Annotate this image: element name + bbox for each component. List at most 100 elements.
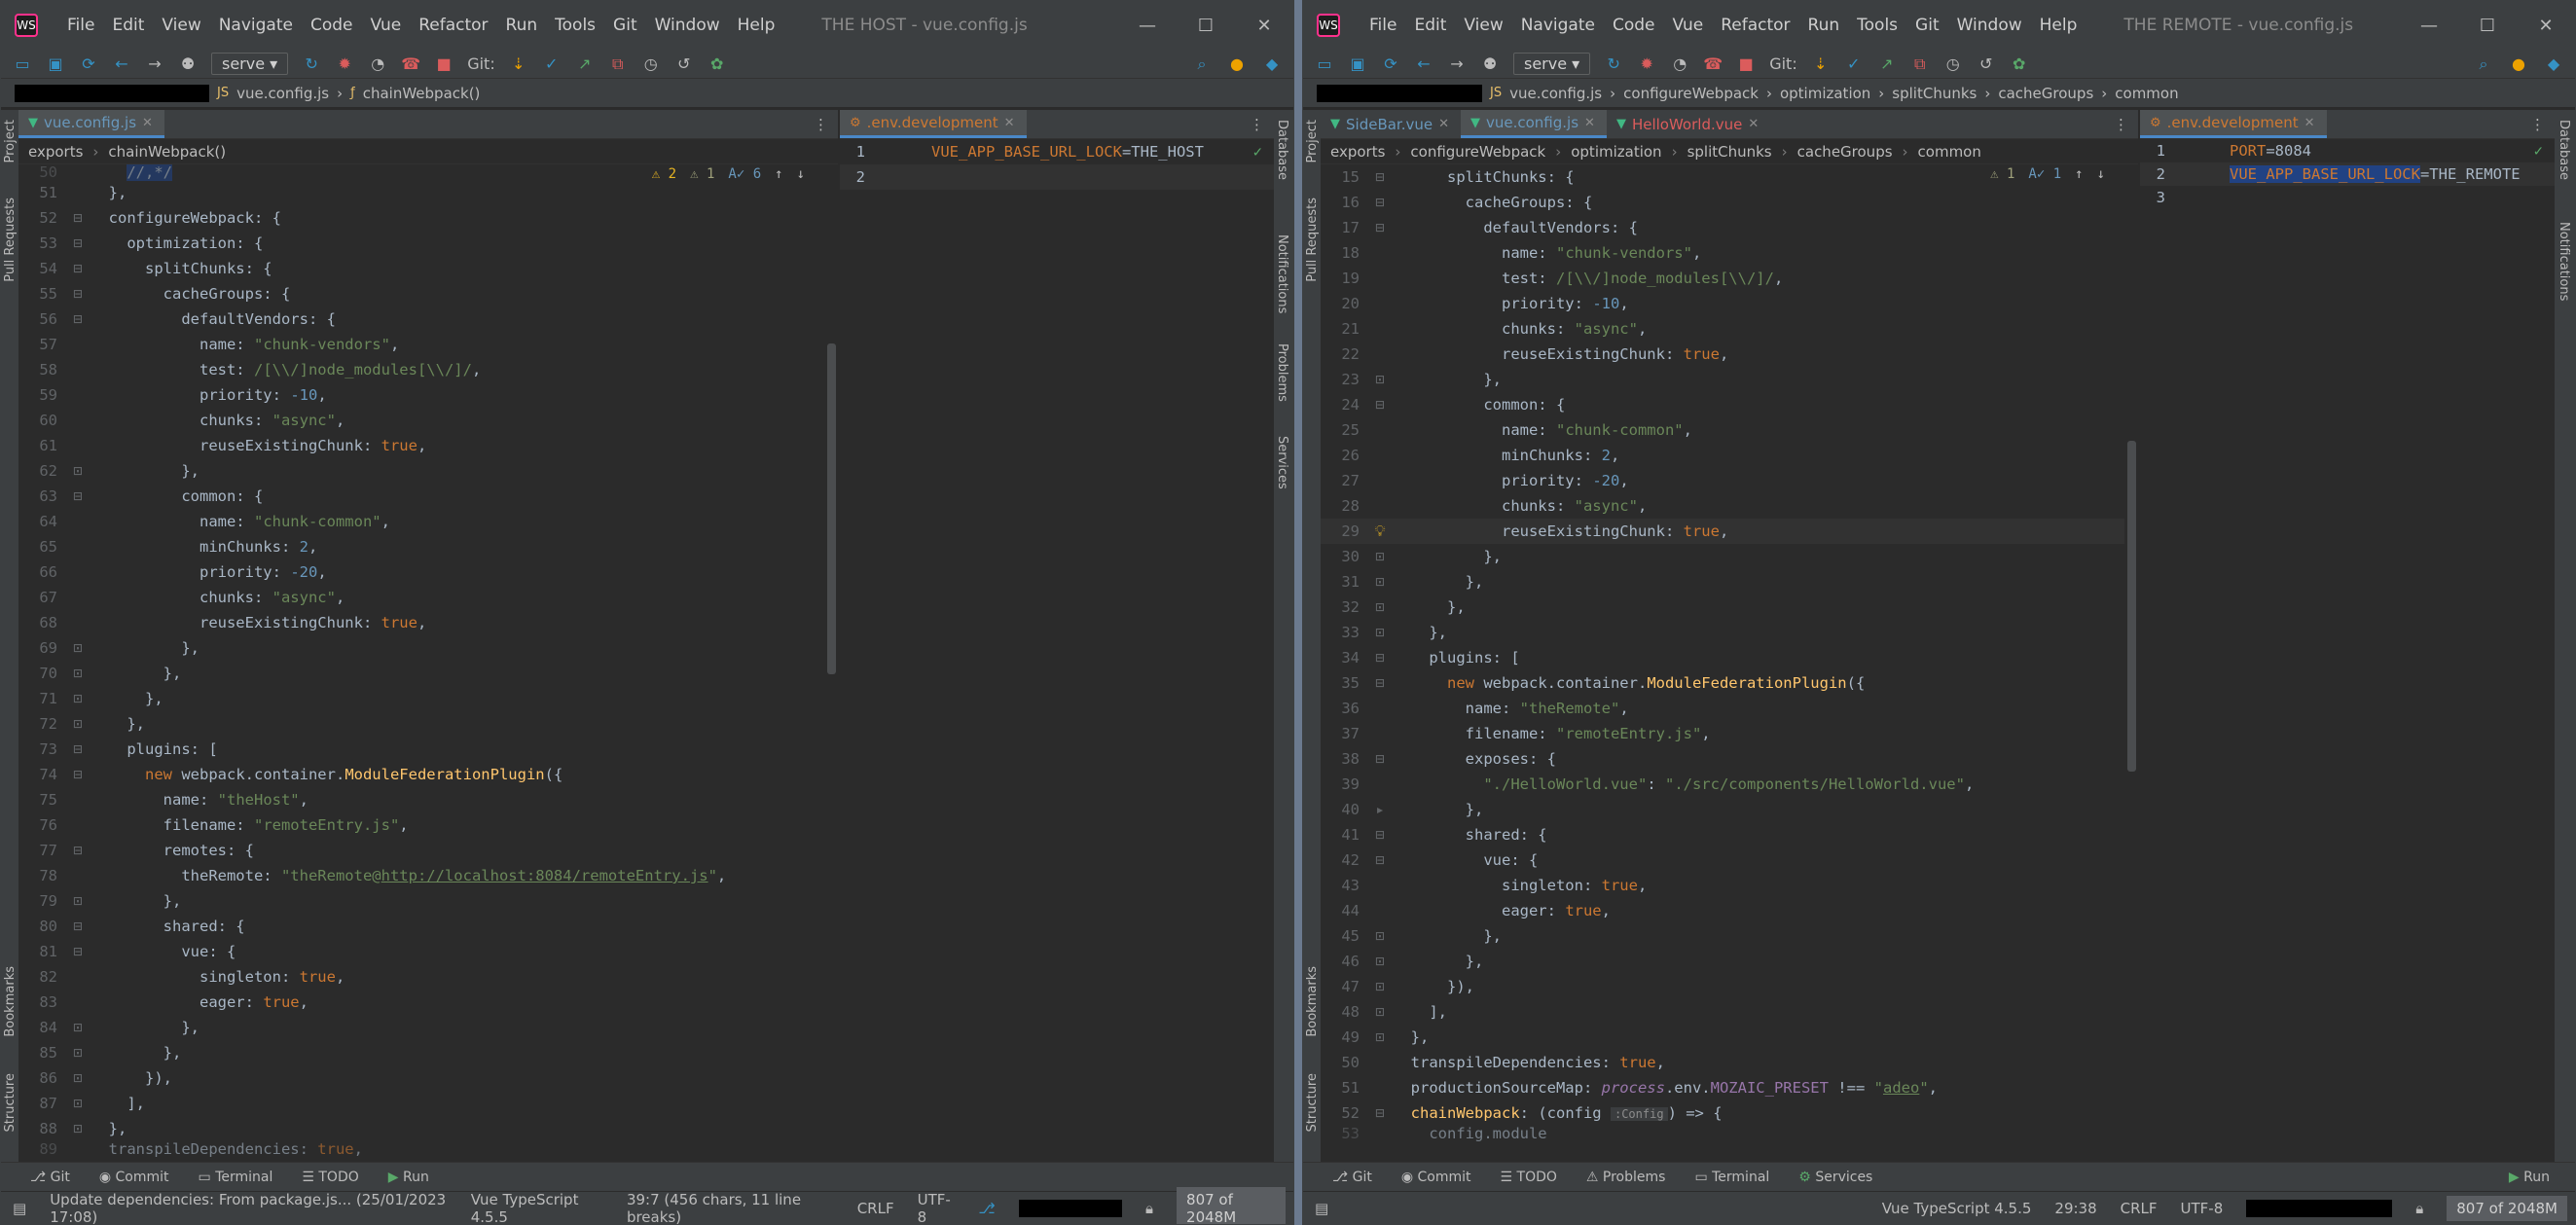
tool-pull-requests[interactable]: Pull Requests: [1305, 198, 1320, 282]
back-icon[interactable]: ←: [112, 54, 131, 73]
caret-position[interactable]: 29:38: [2054, 1200, 2096, 1217]
next-highlight-icon[interactable]: ↓: [2097, 166, 2105, 182]
nav-file[interactable]: vue.config.js: [236, 85, 329, 102]
maximize-icon[interactable]: ☐: [1177, 16, 1235, 36]
tool-git[interactable]: ⎇ Git: [1332, 1170, 1372, 1185]
menu-help[interactable]: Help: [2032, 16, 2086, 35]
tool-pull-requests[interactable]: Pull Requests: [3, 198, 18, 282]
tool-services[interactable]: ⚙ Services: [1798, 1170, 1872, 1185]
menu-edit[interactable]: Edit: [1406, 16, 1454, 35]
tab-menu-icon[interactable]: ⋮: [1240, 110, 1274, 138]
coverage-icon[interactable]: ◔: [368, 54, 387, 73]
update-available-icon[interactable]: ●: [1227, 54, 1247, 74]
run-config-select[interactable]: serve ▾: [211, 53, 289, 75]
close-icon[interactable]: ✕: [1235, 16, 1293, 36]
git-commit-icon[interactable]: ✓: [542, 54, 562, 73]
tool-run[interactable]: ▶ Run: [2509, 1170, 2575, 1185]
menu-git[interactable]: Git: [605, 16, 645, 35]
close-tab-icon[interactable]: ✕: [1584, 116, 1595, 130]
status-message[interactable]: Update dependencies: From package.js... …: [50, 1191, 448, 1225]
close-icon[interactable]: ✕: [2517, 16, 2575, 36]
breadcrumb-item[interactable]: exports: [28, 143, 83, 161]
nav-file[interactable]: vue.config.js: [1509, 85, 1602, 102]
tool-structure[interactable]: Structure: [3, 1073, 18, 1132]
menu-window[interactable]: Window: [1949, 16, 2030, 35]
git-push-icon[interactable]: ↗: [1877, 54, 1897, 73]
menu-file[interactable]: File: [1361, 16, 1404, 35]
nav-function[interactable]: chainWebpack(): [363, 85, 481, 102]
line-separator[interactable]: CRLF: [2121, 1200, 2158, 1217]
memory-indicator[interactable]: 807 of 2048M: [1177, 1186, 1286, 1224]
file-encoding[interactable]: UTF-8: [2181, 1200, 2224, 1217]
plugin-icon[interactable]: ✿: [707, 54, 727, 73]
layout-icon[interactable]: ▤: [13, 1200, 26, 1217]
layout-icon[interactable]: ▤: [1315, 1200, 1328, 1217]
git-update-icon[interactable]: ⇣: [1811, 54, 1831, 73]
menu-code[interactable]: Code: [303, 16, 361, 35]
lock-icon[interactable]: 🔒︎: [1145, 1200, 1153, 1217]
tool-bookmarks[interactable]: Bookmarks: [3, 966, 18, 1037]
vertical-scrollbar[interactable]: [827, 343, 836, 674]
tab-menu-icon[interactable]: ⋮: [804, 110, 838, 138]
debug-icon[interactable]: ✹: [335, 54, 354, 73]
tool-commit[interactable]: ◉ Commit: [1401, 1170, 1471, 1185]
stop-icon[interactable]: ■: [1736, 54, 1756, 73]
toolbox-icon[interactable]: ◆: [1262, 54, 1282, 74]
sync-icon[interactable]: ⟳: [1381, 54, 1400, 73]
run-config-select[interactable]: serve ▾: [1513, 53, 1591, 75]
menu-refactor[interactable]: Refactor: [411, 16, 495, 35]
tool-terminal[interactable]: ▭ Terminal: [199, 1170, 273, 1185]
tool-commit[interactable]: ◉ Commit: [99, 1170, 169, 1185]
env-code-editor[interactable]: 1 PORT =8084 ✓ 2 VUE_APP_BASE_URL_LOCK =THE_R…: [2140, 139, 2555, 1191]
stop-icon[interactable]: ■: [434, 54, 454, 73]
git-history-icon[interactable]: ◷: [641, 54, 661, 73]
breadcrumb-item[interactable]: splitChunks: [1687, 143, 1772, 161]
git-rollback-icon[interactable]: ↺: [674, 54, 694, 73]
breadcrumb-item[interactable]: common: [1918, 143, 1981, 161]
breadcrumb-item[interactable]: optimization: [1571, 143, 1661, 161]
git-branch-icon[interactable]: ⎇: [978, 1200, 995, 1217]
inspection-widget[interactable]: ⚠ 1 A✓ 1 ↑ ↓: [1990, 166, 2105, 182]
toolbox-icon[interactable]: ◆: [2544, 54, 2563, 74]
tool-notifications[interactable]: Notifications: [2557, 222, 2571, 301]
tab-menu-icon[interactable]: ⋮: [2104, 110, 2138, 138]
menu-navigate[interactable]: Navigate: [211, 16, 301, 35]
git-commit-icon[interactable]: ✓: [1844, 54, 1864, 73]
prev-highlight-icon[interactable]: ↑: [2075, 166, 2083, 182]
menu-view[interactable]: View: [1456, 16, 1510, 35]
git-history-icon[interactable]: ◷: [1943, 54, 1963, 73]
tool-git[interactable]: ⎇ Git: [30, 1170, 70, 1185]
tab-helloworld-vue[interactable]: ▼ HelloWorld.vue ✕: [1607, 110, 1770, 138]
close-tab-icon[interactable]: ✕: [2304, 116, 2315, 130]
tool-todo[interactable]: ☰ TODO: [1501, 1170, 1557, 1185]
git-push-icon[interactable]: ↗: [575, 54, 595, 73]
menu-run[interactable]: Run: [1800, 16, 1848, 35]
git-compare-icon[interactable]: ⧉: [608, 54, 628, 74]
breadcrumb-item[interactable]: configureWebpack: [1410, 143, 1545, 161]
tool-services[interactable]: Services: [1275, 436, 1289, 489]
tab-sidebar-vue[interactable]: ▼ SideBar.vue ✕: [1321, 110, 1461, 138]
close-tab-icon[interactable]: ✕: [1004, 116, 1015, 130]
menu-help[interactable]: Help: [730, 16, 783, 35]
breadcrumb-item[interactable]: chainWebpack(): [108, 143, 226, 161]
vertical-scrollbar[interactable]: [2127, 441, 2136, 772]
tool-project[interactable]: Project: [1305, 120, 1320, 162]
nav-crumb[interactable]: cacheGroups: [1998, 85, 2093, 102]
menu-file[interactable]: File: [59, 16, 102, 35]
tab-vue-config[interactable]: ▼ vue.config.js ✕: [18, 110, 164, 138]
user-icon[interactable]: ⚉: [178, 54, 198, 73]
caret-position[interactable]: 39:7 (456 chars, 11 line breaks): [627, 1191, 834, 1225]
menu-edit[interactable]: Edit: [104, 16, 152, 35]
tab-env-development[interactable]: ⚙ .env.development ✕: [840, 110, 1027, 138]
menu-refactor[interactable]: Refactor: [1713, 16, 1797, 35]
tool-terminal[interactable]: ▭ Terminal: [1694, 1170, 1769, 1185]
menu-navigate[interactable]: Navigate: [1513, 16, 1603, 35]
debug-icon[interactable]: ✹: [1637, 54, 1656, 73]
close-tab-icon[interactable]: ✕: [1438, 117, 1449, 131]
menu-tools[interactable]: Tools: [547, 16, 603, 35]
plugin-icon[interactable]: ✿: [2010, 54, 2029, 73]
menu-git[interactable]: Git: [1907, 16, 1947, 35]
open-folder-icon[interactable]: ▭: [1315, 54, 1334, 73]
env-code-editor[interactable]: 1 VUE_APP_BASE_URL_LOCK =THE_HOST ✓ 2: [840, 139, 1274, 1191]
nav-crumb[interactable]: optimization: [1780, 85, 1870, 102]
